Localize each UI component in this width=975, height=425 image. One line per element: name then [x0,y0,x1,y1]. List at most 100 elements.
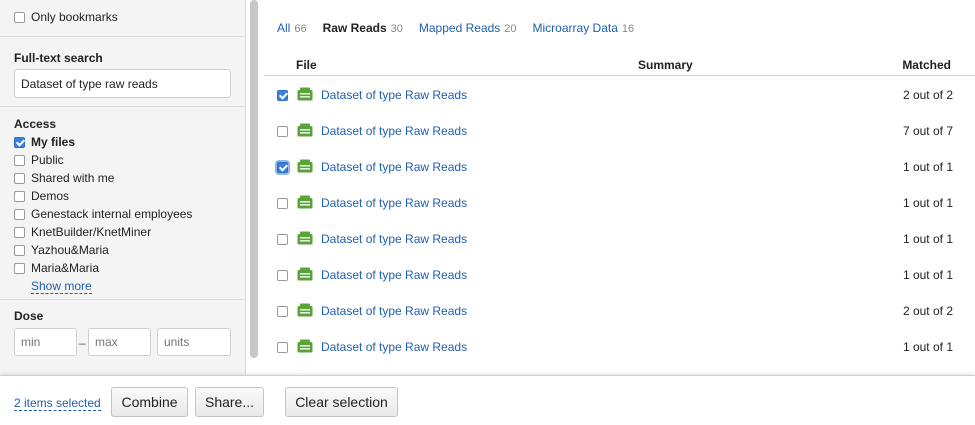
access-label: Shared with me [31,171,115,185]
row-checkbox[interactable] [277,306,288,317]
access-option-knetbuilder[interactable]: KnetBuilder/KnetMiner [14,224,151,240]
tab-count: 66 [294,23,307,35]
row-checkbox[interactable] [277,270,288,281]
access-checkbox-demos[interactable] [14,190,25,202]
matched-count: 2 out of 2 [902,304,953,318]
file-name-link[interactable]: Dataset of type Raw Reads [321,304,467,318]
show-more-link[interactable]: Show more [31,279,92,294]
matched-count: 2 out of 2 [902,88,953,102]
file-name-link[interactable]: Dataset of type Raw Reads [321,160,467,174]
access-label: Yazhou&Maria [31,243,109,257]
tab-microarray-data[interactable]: Microarray Data 16 [533,21,635,35]
access-option-maria-maria[interactable]: Maria&Maria [14,260,99,276]
dose-min-input[interactable] [14,328,77,356]
combine-button[interactable]: Combine [111,387,188,417]
access-option-my-files[interactable]: My files [14,134,75,150]
only-bookmarks-checkbox[interactable] [14,11,25,23]
filter-sidebar: Only bookmarks Full-text search Dataset … [0,0,246,375]
file-name-link[interactable]: Dataset of type Raw Reads [321,196,467,210]
tab-label: Raw Reads [322,21,387,35]
column-header-matched[interactable]: Matched [902,58,951,72]
table-row[interactable]: Dataset of type Raw Reads 1 out of 1 [264,186,975,222]
access-option-yazhou-maria[interactable]: Yazhou&Maria [14,242,109,258]
selected-count-link[interactable]: 2 items selected [14,396,101,411]
access-label: My files [31,135,76,149]
file-name-link[interactable]: Dataset of type Raw Reads [321,88,467,102]
access-checkbox-shared[interactable] [14,172,25,184]
access-option-demos[interactable]: Demos [14,188,69,204]
access-checkbox-yazhou-maria[interactable] [14,244,25,256]
dose-title: Dose [14,309,44,323]
app-root: Only bookmarks Full-text search Dataset … [0,0,975,425]
row-checkbox[interactable] [277,90,288,101]
access-checkbox-maria-maria[interactable] [14,262,25,274]
matched-count: 1 out of 1 [902,160,953,174]
matched-count: 1 out of 1 [902,232,953,246]
clear-selection-button[interactable]: Clear selection [285,387,398,417]
matched-count: 7 out of 7 [902,124,953,138]
dataset-folder-icon [297,87,313,101]
matched-count: 1 out of 1 [902,340,953,354]
row-checkbox[interactable] [277,126,288,137]
file-name-link[interactable]: Dataset of type Raw Reads [321,124,467,138]
fulltext-search-title: Full-text search [14,51,103,65]
selection-footer: 2 items selected Combine Share... Clear … [0,375,975,425]
row-checkbox[interactable] [277,234,288,245]
access-title: Access [14,117,57,131]
dose-max-input[interactable] [88,328,151,356]
dose-units-input[interactable] [157,328,231,356]
access-checkbox-genestack[interactable] [14,208,25,220]
tab-mapped-reads[interactable]: Mapped Reads 20 [419,21,517,35]
access-option-public[interactable]: Public [14,152,64,168]
table-row[interactable]: Dataset of type Raw Reads 1 out of 1 [264,222,975,258]
sidebar-divider [0,106,245,107]
table-row[interactable]: Dataset of type Raw Reads 1 out of 1 [264,258,975,294]
dataset-folder-icon [297,123,313,137]
tab-all[interactable]: All 66 [277,21,307,35]
fulltext-search-input[interactable]: Dataset of type raw reads [14,69,231,98]
access-option-shared[interactable]: Shared with me [14,170,114,186]
table-row[interactable]: Dataset of type Raw Reads 1 out of 1 [264,330,975,366]
matched-count: 1 out of 1 [902,196,953,210]
access-label: Genestack internal employees [31,207,193,221]
tab-count: 16 [621,23,635,35]
table-row[interactable]: Dataset of type Raw Reads 1 out of 1 [264,150,975,186]
access-label: Maria&Maria [31,261,100,275]
row-checkbox[interactable] [277,162,288,173]
access-label: KnetBuilder/KnetMiner [31,225,152,239]
access-checkbox-my-files[interactable] [14,136,25,148]
access-checkbox-public[interactable] [14,154,25,166]
access-checkbox-knetbuilder[interactable] [14,226,25,238]
tab-label: All [277,21,291,35]
dataset-folder-icon [297,195,313,209]
column-header-summary[interactable]: Summary [638,58,693,72]
dataset-folder-icon [297,159,313,173]
access-option-genestack[interactable]: Genestack internal employees [14,206,192,222]
table-row[interactable]: Dataset of type Raw Reads 2 out of 2 [264,78,975,114]
data-type-tabs: All 66 Raw Reads 30 Mapped Reads 20 Microar… [277,21,650,35]
dataset-folder-icon [297,231,313,245]
tab-label: Mapped Reads [418,21,501,35]
tab-raw-reads[interactable]: Raw Reads 30 [323,21,403,35]
matched-count: 1 out of 1 [902,268,953,282]
dataset-folder-icon [297,267,313,281]
table-header: File Summary Matched [264,56,975,76]
column-header-file[interactable]: File [296,58,317,72]
access-label: Demos [31,189,70,203]
tab-count: 20 [504,23,517,35]
share-button[interactable]: Share... [195,387,264,417]
file-name-link[interactable]: Dataset of type Raw Reads [321,232,467,246]
row-checkbox[interactable] [277,342,288,353]
tab-count: 30 [390,23,403,35]
file-name-link[interactable]: Dataset of type Raw Reads [321,340,467,354]
only-bookmarks-label: Only bookmarks [31,10,118,24]
only-bookmarks-option[interactable]: Only bookmarks [14,9,118,25]
row-checkbox[interactable] [277,198,288,209]
dose-range-separator: – [79,336,86,350]
sidebar-divider [0,299,245,300]
table-row[interactable]: Dataset of type Raw Reads 2 out of 2 [264,294,975,330]
file-name-link[interactable]: Dataset of type Raw Reads [321,268,467,282]
sidebar-scrollbar[interactable] [250,0,258,358]
dataset-folder-icon [297,339,313,353]
table-row[interactable]: Dataset of type Raw Reads 7 out of 7 [264,114,975,150]
